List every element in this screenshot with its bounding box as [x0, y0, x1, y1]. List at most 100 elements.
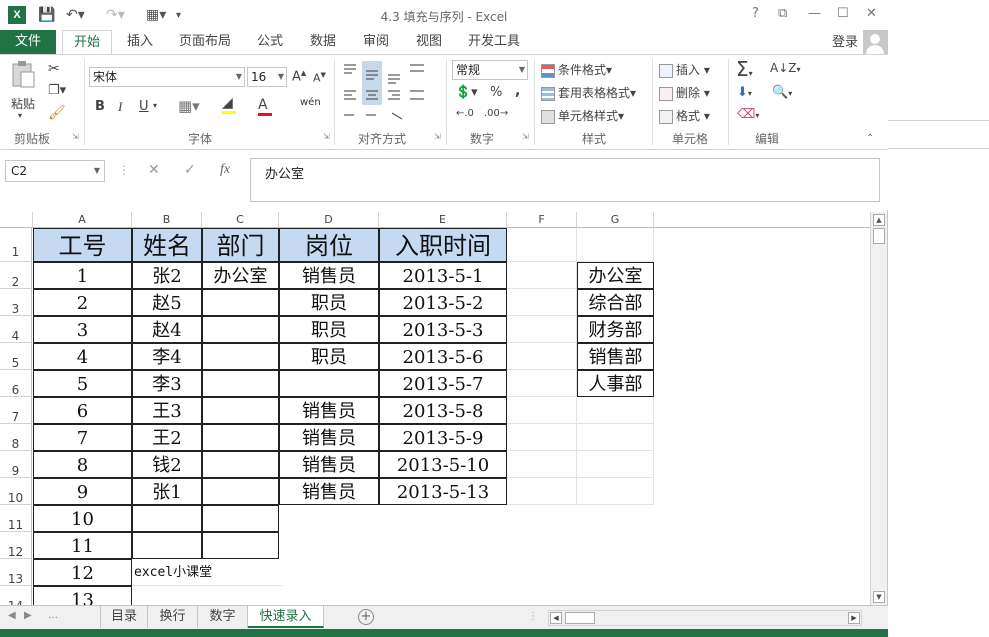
paste-dropdown-icon[interactable]: ▾ — [18, 111, 22, 120]
grow-font-icon[interactable]: A▲ — [292, 69, 306, 84]
header-cell[interactable]: 工号 — [33, 228, 132, 262]
data-cell[interactable]: 张2 — [132, 262, 202, 289]
scroll-up-icon[interactable]: ▲ — [873, 214, 885, 226]
minimize-button[interactable]: — — [808, 6, 821, 21]
empty-cell[interactable] — [577, 397, 654, 424]
data-cell[interactable]: 2013-5-6 — [379, 343, 507, 370]
row-header[interactable]: 8 — [0, 424, 32, 451]
data-cell[interactable]: 2013-5-7 — [379, 370, 507, 397]
next-sheet-icon[interactable]: ▶ — [24, 610, 32, 621]
sheet-tab-wrap[interactable]: 换行 — [148, 606, 198, 628]
data-cell[interactable]: 2 — [33, 289, 132, 316]
comma-button[interactable]: , — [515, 83, 520, 99]
font-size-select[interactable]: 16 ▼ — [247, 67, 287, 87]
scroll-down-icon[interactable]: ▼ — [873, 591, 885, 603]
data-cell[interactable]: 4 — [33, 343, 132, 370]
row-header[interactable]: 7 — [0, 397, 32, 424]
accounting-format-icon[interactable]: 💲▾ — [455, 85, 478, 100]
cut-icon[interactable]: ✂ — [48, 61, 60, 77]
fill-color-icon[interactable]: ◢ — [222, 95, 236, 114]
empty-cell[interactable] — [507, 478, 577, 505]
empty-cell[interactable] — [132, 532, 202, 559]
empty-cell[interactable] — [507, 370, 577, 397]
avatar[interactable] — [863, 30, 887, 54]
empty-cell[interactable] — [507, 451, 577, 478]
decrease-decimal-icon[interactable]: .00→ — [484, 108, 508, 119]
data-cell[interactable]: 3 — [33, 316, 132, 343]
dept-list-cell[interactable]: 销售部 — [577, 343, 654, 370]
column-header-a[interactable]: A — [33, 212, 132, 228]
format-as-table-button[interactable]: 套用表格格式▾ — [541, 84, 636, 101]
tab-file[interactable]: 文件 — [0, 30, 56, 54]
data-cell[interactable] — [202, 343, 279, 370]
prev-sheet-icon[interactable]: ◀ — [8, 610, 16, 621]
data-cell[interactable]: 销售员 — [279, 424, 379, 451]
data-cell[interactable]: 职员 — [279, 316, 379, 343]
font-launcher-icon[interactable]: ⇲ — [323, 132, 330, 141]
data-cell[interactable]: 销售员 — [279, 262, 379, 289]
tab-data[interactable]: 数据 — [301, 30, 345, 54]
sheet-more-icon[interactable]: … — [48, 610, 58, 621]
data-cell[interactable]: 2013-5-9 — [379, 424, 507, 451]
data-cell[interactable]: 销售员 — [279, 451, 379, 478]
empty-cell[interactable] — [507, 289, 577, 316]
id-cell[interactable]: 10 — [33, 505, 132, 532]
data-cell[interactable] — [279, 370, 379, 397]
fill-icon[interactable]: ⬇▾ — [737, 85, 752, 100]
tab-view[interactable]: 视图 — [407, 30, 451, 54]
underline-button[interactable]: U — [139, 99, 149, 114]
percent-button[interactable]: % — [490, 85, 502, 100]
column-header-e[interactable]: E — [379, 212, 507, 228]
data-cell[interactable] — [202, 424, 279, 451]
italic-button[interactable]: I — [118, 99, 122, 115]
insert-cells-button[interactable]: 插入 ▾ — [659, 61, 710, 78]
find-select-icon[interactable]: 🔍▾ — [772, 85, 792, 100]
paste-button[interactable]: 粘贴 — [11, 95, 35, 112]
sort-filter-icon[interactable]: A↓Z▾ — [770, 61, 801, 75]
empty-cell[interactable] — [202, 505, 279, 532]
row-header[interactable]: 12 — [0, 532, 32, 559]
empty-cell[interactable] — [507, 343, 577, 370]
tab-page-layout[interactable]: 页面布局 — [172, 30, 238, 54]
data-cell[interactable] — [202, 316, 279, 343]
data-cell[interactable]: 2013-5-3 — [379, 316, 507, 343]
copy-icon[interactable]: ❐▾ — [48, 83, 66, 98]
data-cell[interactable]: 7 — [33, 424, 132, 451]
data-cell[interactable] — [202, 289, 279, 316]
format-painter-icon[interactable]: 🖌 — [48, 105, 66, 121]
data-cell[interactable] — [202, 451, 279, 478]
empty-cell[interactable] — [577, 228, 654, 262]
empty-cell[interactable] — [577, 451, 654, 478]
tab-insert[interactable]: 插入 — [118, 30, 162, 54]
maximize-button[interactable]: ☐ — [837, 6, 849, 21]
tab-split-handle-icon[interactable]: ⋮ — [528, 611, 538, 622]
empty-cell[interactable] — [577, 478, 654, 505]
paste-icon[interactable] — [10, 61, 40, 89]
data-cell[interactable]: 办公室 — [202, 262, 279, 289]
dept-list-cell[interactable]: 办公室 — [577, 262, 654, 289]
data-cell[interactable]: 李4 — [132, 343, 202, 370]
data-cell[interactable]: 销售员 — [279, 478, 379, 505]
empty-cell[interactable] — [507, 316, 577, 343]
data-cell[interactable]: 1 — [33, 262, 132, 289]
row-header[interactable]: 13 — [0, 559, 32, 586]
empty-cell[interactable] — [507, 228, 577, 262]
scroll-thumb[interactable] — [873, 228, 885, 244]
header-cell[interactable]: 岗位 — [279, 228, 379, 262]
cancel-icon[interactable]: ✕ — [148, 162, 160, 178]
row-header[interactable]: 2 — [0, 262, 32, 289]
clear-icon[interactable]: ⌫▾ — [737, 107, 759, 122]
data-cell[interactable]: 王3 — [132, 397, 202, 424]
formula-input[interactable]: 办公室 — [250, 158, 880, 202]
data-cell[interactable]: 6 — [33, 397, 132, 424]
close-button[interactable]: ✕ — [866, 6, 877, 21]
number-launcher-icon[interactable]: ⇲ — [522, 132, 529, 141]
alignment-launcher-icon[interactable]: ⇲ — [434, 132, 441, 141]
font-color-icon[interactable]: A — [258, 97, 272, 116]
data-cell[interactable] — [202, 478, 279, 505]
data-cell[interactable] — [202, 370, 279, 397]
worksheet-grid[interactable]: A B C D E F G 1234567891011121314 工号姓名部门… — [0, 212, 870, 605]
id-cell[interactable]: 12 — [33, 559, 132, 586]
column-header-g[interactable]: G — [577, 212, 654, 228]
data-cell[interactable]: 2013-5-13 — [379, 478, 507, 505]
